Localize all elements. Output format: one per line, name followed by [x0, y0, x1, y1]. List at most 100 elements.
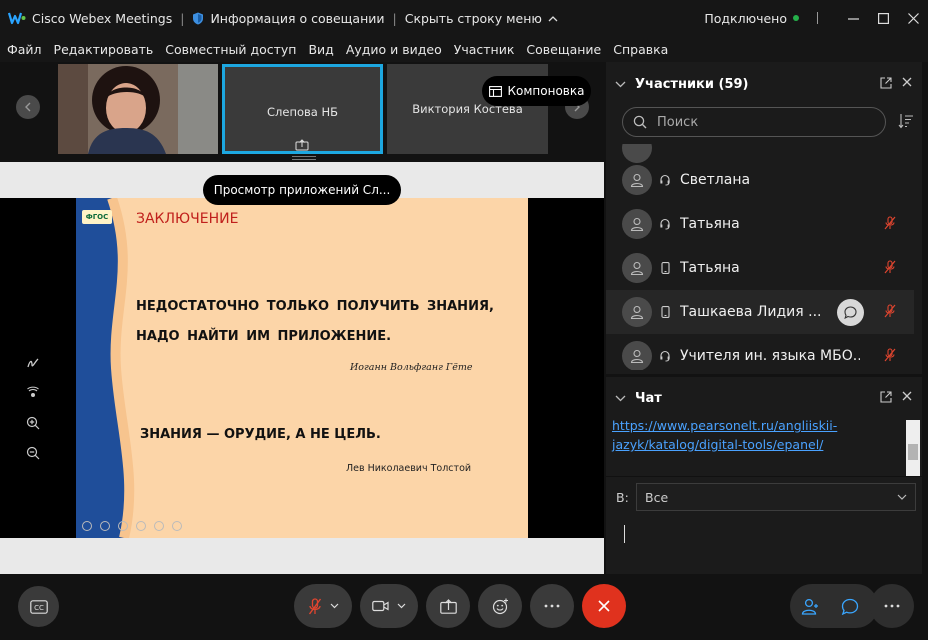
slide-next-icon[interactable] [172, 521, 182, 531]
layout-label: Компоновка [507, 84, 585, 98]
slide-note-icon[interactable] [118, 521, 128, 531]
user-icon [630, 173, 644, 187]
closed-captions-button[interactable]: CC [18, 586, 59, 627]
zoom-out-icon[interactable] [26, 446, 40, 460]
chat-scrollbar[interactable] [906, 420, 920, 476]
close-icon[interactable] [902, 391, 912, 401]
meeting-stage: Слепова НБ Виктория Костева Компоновка Ф… [0, 62, 604, 574]
menu-edit[interactable]: Редактировать [54, 42, 154, 57]
menu-meeting[interactable]: Совещание [526, 42, 601, 57]
shared-screen: ФГОС ЗАКЛЮЧЕНИЕ НЕДОСТАТОЧНО ТОЛЬКО ПОЛУ… [0, 198, 604, 538]
participant-row[interactable]: Татьяна [606, 202, 914, 246]
remote-control-icon[interactable] [26, 386, 40, 400]
phone-icon [658, 262, 672, 274]
reactions-button[interactable] [478, 584, 522, 628]
participant-row[interactable]: Ташкаева Лидия ... [606, 290, 914, 334]
svg-text:CC: CC [34, 604, 44, 612]
user-icon [630, 217, 644, 231]
more-icon [884, 604, 900, 608]
panel-divider[interactable] [606, 374, 922, 377]
maximize-button[interactable] [868, 0, 898, 36]
resize-handle[interactable] [292, 156, 316, 160]
close-icon[interactable] [902, 77, 912, 87]
search-icon [633, 115, 647, 129]
chat-scrollbar-thumb[interactable] [908, 444, 918, 460]
prev-thumbnails-button[interactable] [16, 95, 40, 119]
hide-menu-label: Скрыть строку меню [404, 10, 542, 26]
chat-with-participant-button[interactable] [837, 299, 864, 326]
slide-prev-icon[interactable] [82, 521, 92, 531]
menu-help[interactable]: Справка [613, 42, 668, 57]
text-caret [624, 525, 625, 543]
recipient-select[interactable]: Все [636, 483, 916, 511]
video-button[interactable] [360, 584, 418, 628]
chat-input[interactable] [606, 517, 922, 574]
close-window-button[interactable] [898, 0, 928, 36]
cc-icon: CC [29, 599, 48, 614]
zoom-in-icon[interactable] [26, 416, 40, 430]
video-camera-icon [372, 600, 389, 612]
muted-mic-icon[interactable] [884, 304, 896, 318]
participant-name: Светлана [680, 172, 751, 188]
avatar [622, 253, 652, 283]
sort-icon[interactable] [898, 113, 914, 129]
slide-title: ЗАКЛЮЧЕНИЕ [136, 211, 239, 227]
menu-view[interactable]: Вид [308, 42, 333, 57]
participant-row[interactable]: Учителя ин. языка МБО... [606, 334, 914, 370]
meeting-info-button[interactable]: Информация о совещании [192, 11, 385, 26]
chat-message-link[interactable]: https://www.pearsonelt.ru/angliiskii-jaz… [612, 416, 902, 454]
slide-author-2: Лев Николаевич Толстой [346, 463, 472, 474]
meeting-controls-bar: CC [0, 574, 928, 640]
participant-row[interactable]: Татьяна [606, 246, 914, 290]
menu-file[interactable]: Файл [7, 42, 42, 57]
minimize-button[interactable] [838, 0, 868, 36]
muted-mic-icon[interactable] [884, 348, 896, 362]
panel-more-button[interactable] [870, 584, 914, 628]
participant-row[interactable]: Светлана [606, 158, 914, 202]
slide-author-1: Иоганн Вольфганг Гёте [350, 362, 473, 373]
layout-button[interactable]: Компоновка [482, 76, 591, 106]
participant-list: Светлана Татьяна Татьяна Ташкаева Лидия … [606, 144, 922, 370]
webex-logo-icon [8, 12, 26, 25]
headset-icon [658, 350, 672, 362]
more-options-button[interactable] [530, 584, 574, 628]
participant-video [58, 64, 218, 154]
participant-video-thumbnail[interactable] [58, 64, 218, 154]
leave-meeting-button[interactable] [582, 584, 626, 628]
popout-icon[interactable] [880, 77, 892, 89]
participant-name: Учителя ин. языка МБО... [680, 348, 860, 364]
participants-panel-header[interactable]: Участники (59) [606, 64, 922, 104]
slide-pen-icon[interactable] [100, 521, 110, 531]
participant-name: Татьяна [680, 216, 740, 232]
chat-icon [841, 598, 859, 615]
close-icon [598, 600, 610, 612]
chat-bubble-icon [844, 306, 857, 319]
chevron-down-icon [615, 81, 626, 87]
share-button[interactable] [426, 584, 470, 628]
participant-search-input[interactable]: Поиск [622, 107, 886, 137]
slide-zoom-icon[interactable] [136, 521, 146, 531]
muted-mic-icon[interactable] [884, 216, 896, 230]
share-screen-icon [439, 598, 457, 614]
menu-audio-video[interactable]: Аудио и видео [346, 42, 442, 57]
muted-mic-icon[interactable] [884, 260, 896, 274]
headset-icon [658, 174, 672, 186]
presentation-slide: ФГОС ЗАКЛЮЧЕНИЕ НЕДОСТАТОЧНО ТОЛЬКО ПОЛУ… [76, 198, 528, 538]
user-icon [630, 349, 644, 363]
chevron-left-icon [25, 102, 31, 112]
participant-thumbnail-slepova[interactable]: Слепова НБ [222, 64, 383, 154]
menu-participant[interactable]: Участник [454, 42, 515, 57]
hide-menu-button[interactable]: Скрыть строку меню [405, 11, 558, 26]
annotate-pen-icon[interactable] [26, 356, 40, 370]
slide-menu-icon[interactable] [154, 521, 164, 531]
chat-panel-button[interactable] [841, 598, 859, 615]
chat-panel-header[interactable]: Чат [606, 378, 922, 418]
popout-icon[interactable] [880, 391, 892, 403]
shared-content-area: ФГОС ЗАКЛЮЧЕНИЕ НЕДОСТАТОЧНО ТОЛЬКО ПОЛУ… [0, 162, 604, 574]
participant-name: Татьяна [680, 260, 740, 276]
mute-button[interactable] [294, 584, 352, 628]
user-icon [630, 305, 644, 319]
menu-share[interactable]: Совместный доступ [165, 42, 296, 57]
participants-panel-button[interactable] [801, 598, 819, 615]
phone-icon [658, 306, 672, 318]
